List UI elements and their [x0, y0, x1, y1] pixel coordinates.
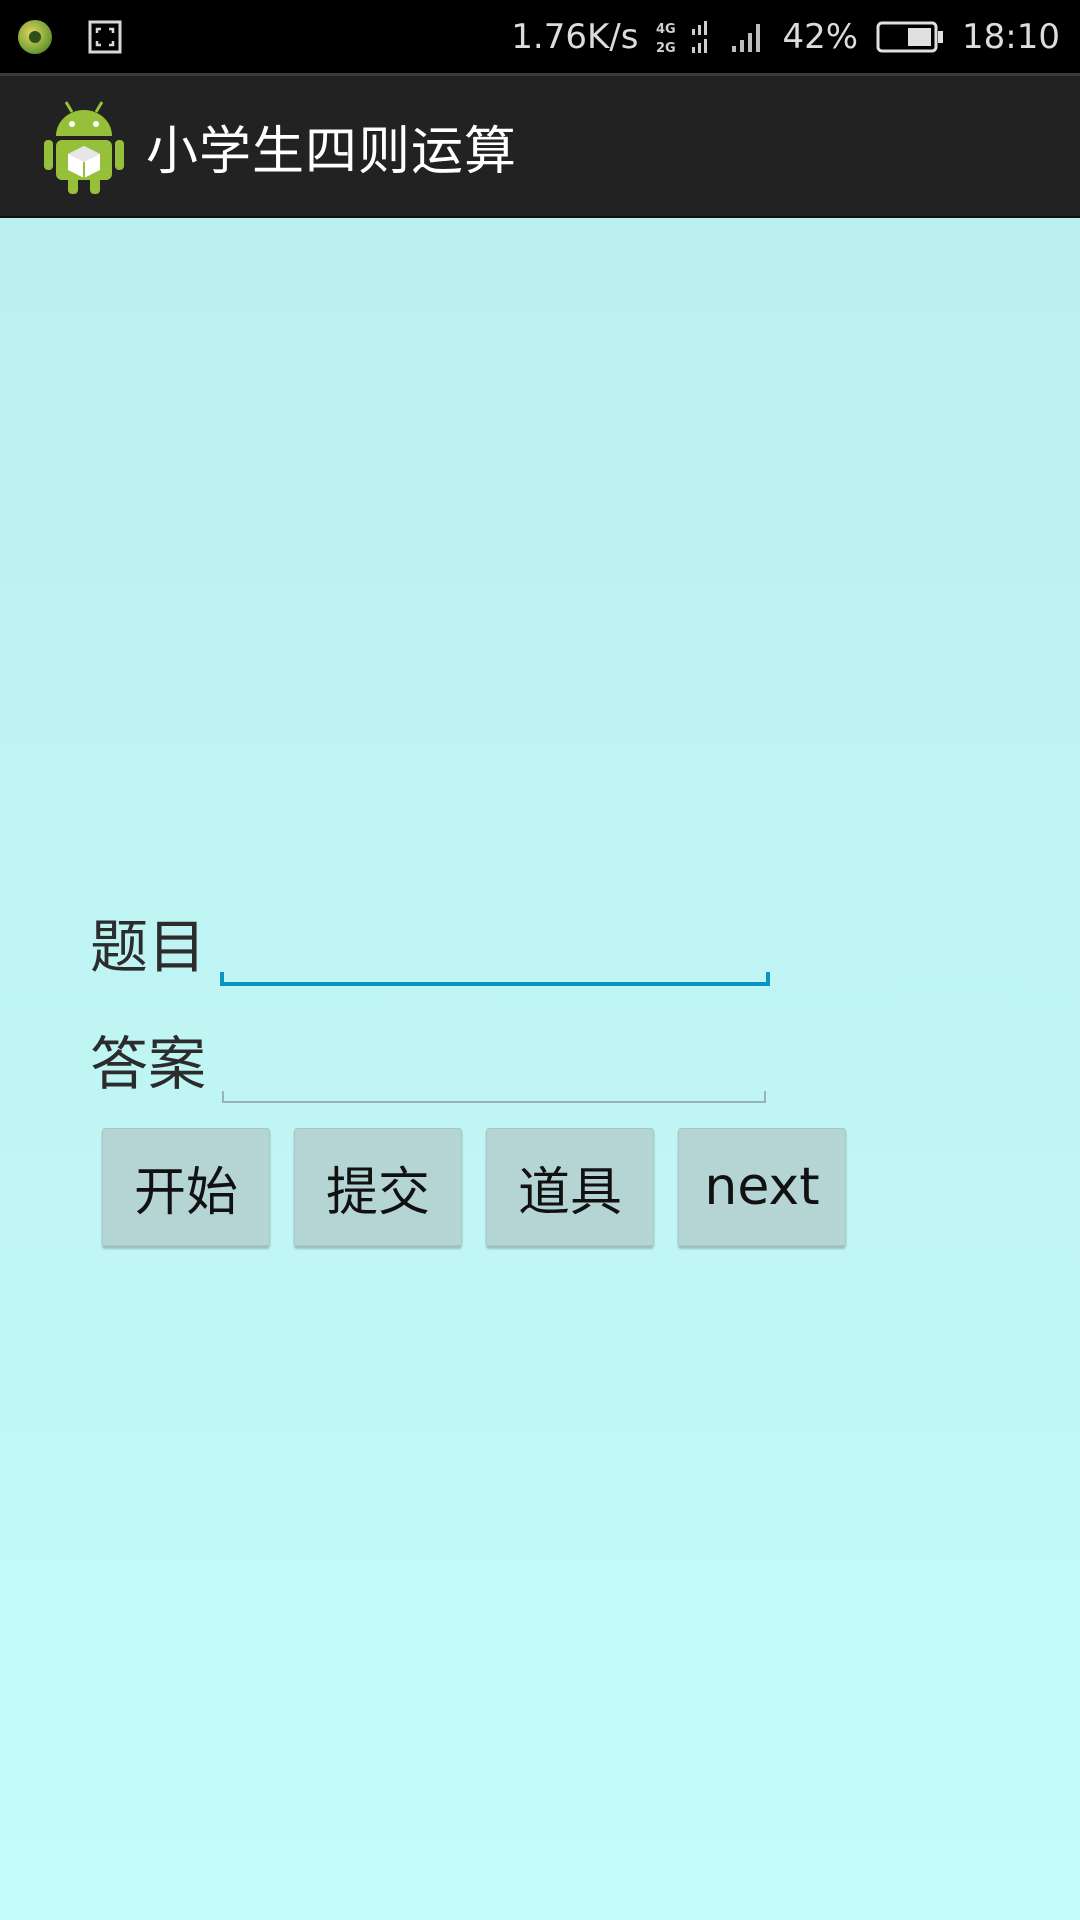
app-title: 小学生四则运算 — [146, 121, 518, 182]
signal-icon — [732, 23, 761, 52]
android-app-icon — [44, 101, 124, 194]
svg-text:2G: 2G — [656, 41, 676, 56]
answer-row: 答案 — [90, 1017, 220, 1101]
clock: 18:10 — [962, 16, 1060, 57]
network-4g-2g-icon: 4G 2G — [656, 20, 708, 56]
screenshot-icon — [88, 20, 122, 53]
next-button[interactable]: next — [678, 1128, 846, 1246]
props-button[interactable]: 道具 — [486, 1128, 654, 1246]
net-speed: 1.76K/s — [511, 16, 639, 57]
answer-input[interactable] — [222, 1091, 766, 1103]
question-field[interactable] — [220, 972, 770, 986]
battery-icon — [876, 21, 944, 52]
action-bar: 小学生四则运算 — [0, 76, 1080, 218]
submit-button[interactable]: 提交 — [294, 1128, 462, 1246]
question-row: 题目 — [90, 900, 220, 984]
app-notification-icon — [18, 19, 52, 54]
start-button[interactable]: 开始 — [102, 1128, 270, 1246]
answer-label: 答案 — [90, 1030, 207, 1098]
question-label: 题目 — [90, 913, 207, 981]
svg-text:4G: 4G — [656, 22, 676, 37]
battery-percent: 42% — [782, 16, 859, 57]
status-bar: 1.76K/s 4G 2G 42% 18:10 — [0, 0, 1080, 76]
